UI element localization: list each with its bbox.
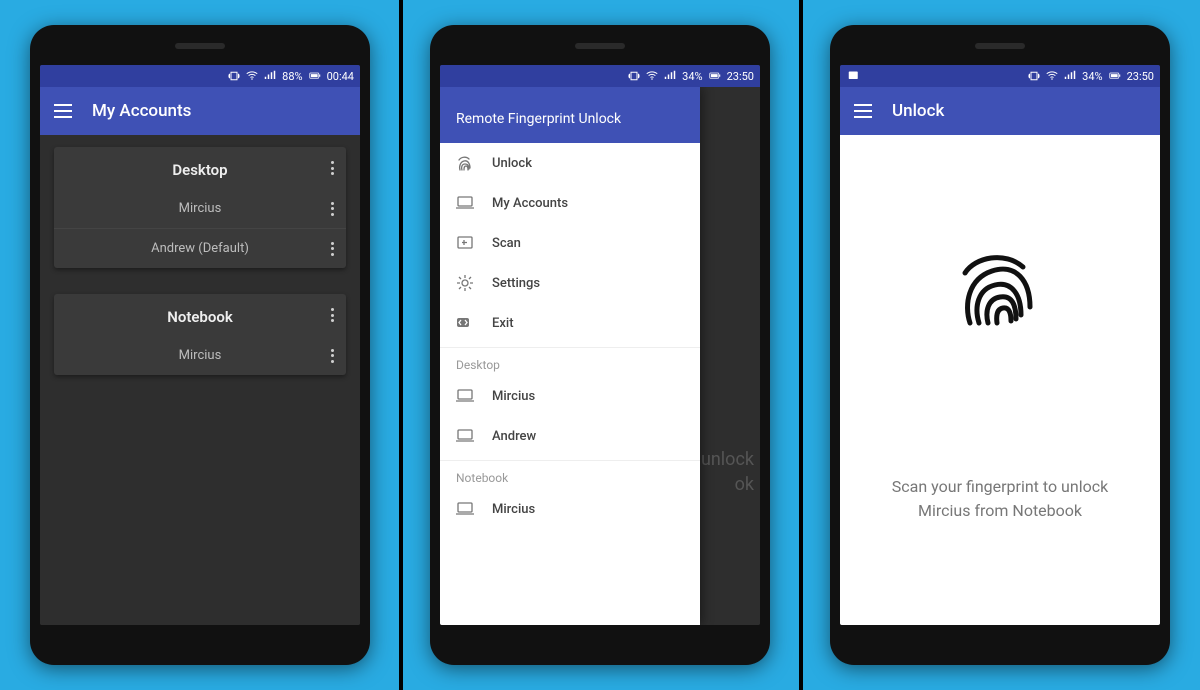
unlock-content: Scan your fingerprint to unlock Mircius …: [840, 135, 1160, 625]
laptop-icon: [456, 387, 474, 405]
menu-button[interactable]: [854, 104, 872, 118]
nav-item-my-accounts[interactable]: My Accounts: [440, 183, 700, 223]
drawer-title: Remote Fingerprint Unlock: [456, 111, 621, 127]
nav-item-label: Settings: [492, 276, 540, 291]
unlock-prompt: Scan your fingerprint to unlock Mircius …: [866, 475, 1134, 523]
phone-frame: 88% 00:44 My Accounts Desktop: [30, 25, 370, 665]
drawer-account-item[interactable]: Mircius: [440, 376, 700, 416]
wifi-icon: [246, 70, 258, 82]
app-bar: My Accounts: [40, 87, 360, 135]
drawer-account-label: Mircius: [492, 502, 535, 517]
navigation-drawer: Remote Fingerprint Unlock Unlock My Acco…: [440, 87, 700, 625]
group-menu-button[interactable]: [331, 308, 334, 322]
page-title: Unlock: [892, 101, 944, 121]
battery-icon: [709, 70, 721, 82]
exit-icon: [456, 314, 474, 332]
nav-item-label: Exit: [492, 316, 514, 331]
nav-item-scan[interactable]: Scan: [440, 223, 700, 263]
image-notif-icon: [848, 70, 860, 82]
device-group-title: Notebook: [167, 308, 233, 326]
phone-frame: 34% 23:50 Unlock Scan your fingerprint t…: [830, 25, 1170, 665]
clock: 23:50: [727, 70, 754, 83]
group-menu-button[interactable]: [331, 161, 334, 175]
clock: 23:50: [1127, 70, 1154, 83]
wifi-icon: [1046, 70, 1058, 82]
account-menu-button[interactable]: [331, 202, 334, 216]
account-menu-button[interactable]: [331, 242, 334, 256]
account-row[interactable]: Mircius: [54, 189, 346, 228]
device-group-title: Desktop: [172, 161, 227, 179]
phone-frame: 34% 23:50 unlock ok Remote Fingerprint U…: [430, 25, 770, 665]
battery-icon: [309, 70, 321, 82]
vibrate-icon: [1028, 70, 1040, 82]
fingerprint-icon[interactable]: [955, 245, 1045, 335]
gear-icon: [456, 274, 474, 292]
battery-percent: 34%: [1082, 70, 1102, 83]
account-name: Mircius: [179, 348, 222, 363]
battery-percent: 34%: [682, 70, 702, 83]
status-bar: 34% 23:50: [440, 65, 760, 87]
laptop-icon: [456, 427, 474, 445]
account-name: Mircius: [179, 201, 222, 216]
drawer-account-item[interactable]: Andrew: [440, 416, 700, 456]
nav-item-label: My Accounts: [492, 196, 568, 211]
nav-item-label: Scan: [492, 236, 521, 251]
page-title: My Accounts: [92, 101, 191, 121]
laptop-icon: [456, 500, 474, 518]
battery-icon: [1109, 70, 1121, 82]
drawer-subheader-desktop: Desktop: [440, 347, 700, 376]
accounts-content: Desktop Mircius Andrew (Default): [40, 135, 360, 625]
signal-icon: [664, 70, 676, 82]
fingerprint-icon: [456, 154, 474, 172]
drawer-account-label: Andrew: [492, 429, 536, 444]
drawer-header: Remote Fingerprint Unlock: [440, 87, 700, 143]
signal-icon: [264, 70, 276, 82]
background-peek-text: unlock ok: [701, 447, 754, 497]
screen-unlock: 34% 23:50 Unlock Scan your fingerprint t…: [840, 65, 1160, 625]
account-name: Andrew (Default): [151, 241, 249, 256]
scan-icon: [456, 234, 474, 252]
screen-nav-drawer: 34% 23:50 unlock ok Remote Fingerprint U…: [440, 65, 760, 625]
account-row[interactable]: Andrew (Default): [54, 228, 346, 268]
signal-icon: [1064, 70, 1076, 82]
screen-my-accounts: 88% 00:44 My Accounts Desktop: [40, 65, 360, 625]
drawer-account-label: Mircius: [492, 389, 535, 404]
drawer-account-item[interactable]: Mircius: [440, 489, 700, 529]
device-group-notebook: Notebook Mircius: [54, 294, 346, 375]
nav-item-label: Unlock: [492, 156, 532, 171]
account-row[interactable]: Mircius: [54, 336, 346, 375]
clock: 00:44: [327, 70, 354, 83]
status-bar: 88% 00:44: [40, 65, 360, 87]
drawer-subheader-notebook: Notebook: [440, 460, 700, 489]
battery-percent: 88%: [282, 70, 302, 83]
nav-item-settings[interactable]: Settings: [440, 263, 700, 303]
device-group-desktop: Desktop Mircius Andrew (Default): [54, 147, 346, 268]
wifi-icon: [646, 70, 658, 82]
status-bar: 34% 23:50: [840, 65, 1160, 87]
laptop-icon: [456, 194, 474, 212]
vibrate-icon: [228, 70, 240, 82]
app-bar: Unlock: [840, 87, 1160, 135]
nav-item-unlock[interactable]: Unlock: [440, 143, 700, 183]
account-menu-button[interactable]: [331, 349, 334, 363]
nav-item-exit[interactable]: Exit: [440, 303, 700, 343]
menu-button[interactable]: [54, 104, 72, 118]
vibrate-icon: [628, 70, 640, 82]
